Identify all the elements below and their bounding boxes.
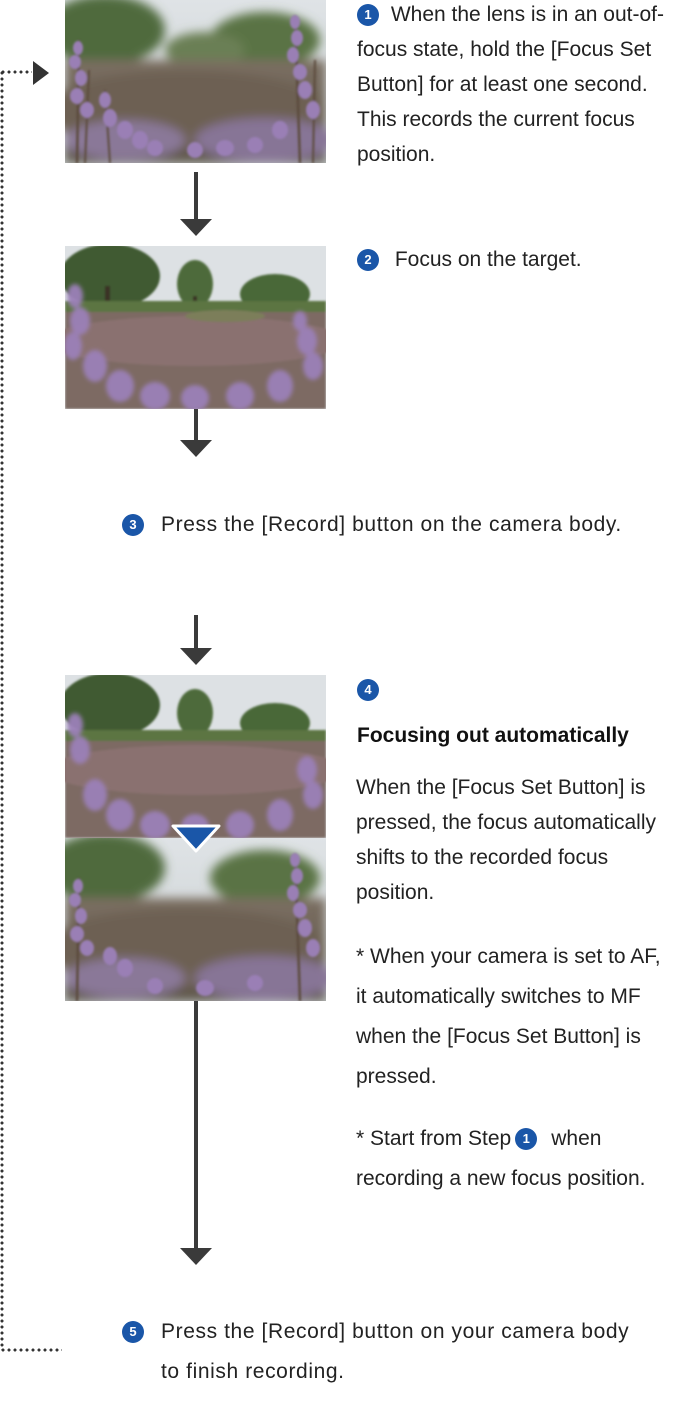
step-2-text: Focus on the target. <box>394 248 582 271</box>
arrow-line-1 <box>194 172 198 220</box>
step-4-badge: 4 <box>357 679 379 701</box>
step-5-badge: 5 <box>122 1321 144 1343</box>
arrow-head-4 <box>180 1248 212 1265</box>
photo-in-focus-2 <box>65 246 326 409</box>
photo-out-of-focus-1 <box>65 0 326 163</box>
photo-out-of-focus-4 <box>65 838 326 1001</box>
note-restart-step-badge: 1 <box>515 1128 538 1150</box>
step-2-badge: 2 <box>357 249 379 271</box>
step-4-text: When the [Focus Set Button] is pressed, … <box>356 776 656 904</box>
step-3-badge: 3 <box>122 514 144 536</box>
step-4-heading: Focusing out automatically <box>357 724 629 747</box>
step-1-text: When the lens is in an out-of-focus stat… <box>357 3 664 166</box>
photo-in-focus-4 <box>65 675 326 838</box>
step-5-text: Press the [Record] button on your camera… <box>161 1320 630 1383</box>
arrow-head-3 <box>180 648 212 665</box>
arrow-line-4 <box>194 1001 198 1249</box>
step-1-badge: 1 <box>357 4 379 26</box>
loop-dotted-bottom <box>0 1348 62 1352</box>
step-3-text: Press the [Record] button on the camera … <box>161 513 622 536</box>
step-4-note-af: * When your camera is set to AF, it auto… <box>356 945 661 1088</box>
transition-triangle-icon <box>171 824 221 853</box>
loop-dotted-top <box>0 70 32 74</box>
arrow-head-2 <box>180 440 212 457</box>
note-restart-prefix: * Start from Step <box>356 1127 512 1150</box>
arrow-line-2 <box>194 409 198 441</box>
step-4-note-restart: * Start from Step 1 when recording a new f… <box>356 1119 676 1199</box>
step-2-text-block: 2 Focus on the target. <box>357 242 675 277</box>
step-1-text-block: 1 When the lens is in an out-of-focus st… <box>357 0 675 172</box>
arrow-head-1 <box>180 219 212 236</box>
arrow-line-3 <box>194 615 198 649</box>
loop-arrow-head <box>33 61 49 85</box>
loop-dotted-vertical <box>0 70 4 1350</box>
